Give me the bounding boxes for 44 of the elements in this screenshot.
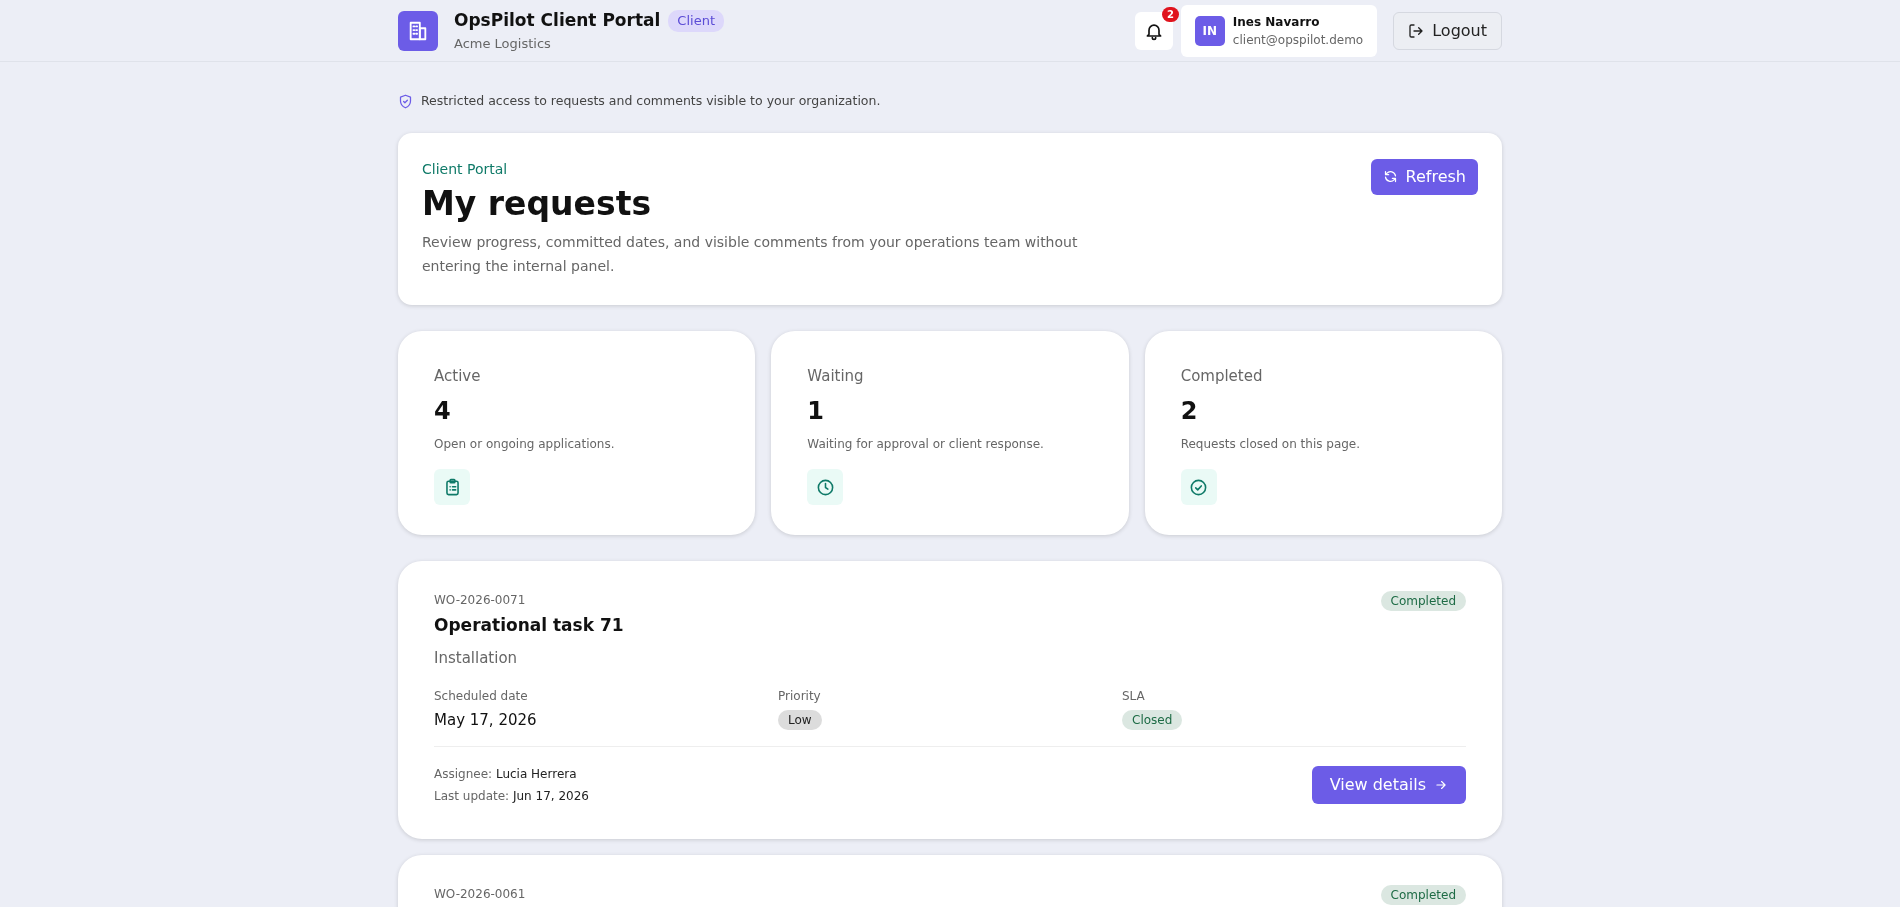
field-badge: Low [778, 710, 822, 731]
request-code: WO-2026-0071 [434, 592, 527, 610]
access-notice: Restricted access to requests and comments visible to your organization. [421, 92, 881, 110]
app-name: OpsPilot Client Portal [454, 9, 661, 32]
stat-value: 1 [807, 396, 826, 428]
page-description: Review progress, committed dates, and visible comments from your operations team without entering the internal panel. [422, 233, 1079, 277]
status-badge: Completed [1380, 591, 1466, 612]
last-update-text: Last update: Jun 17, 2026 [434, 787, 589, 805]
field-label: SLA [1122, 688, 1146, 706]
eyebrow-label: Client Portal [422, 159, 509, 179]
notifications-button[interactable] [1134, 11, 1173, 50]
stat-caption: Open or ongoing applications. [434, 436, 616, 454]
stat-value: 4 [434, 396, 452, 428]
field-value: May 17, 2026 [434, 710, 538, 732]
assignee-text: Assignee: Lucia Herrera [434, 765, 578, 783]
page-title: My requests [422, 183, 653, 224]
field-badge: Closed [1122, 710, 1183, 731]
organization-name: Acme Logistics [454, 34, 552, 53]
stat-label: Waiting [807, 365, 865, 387]
refresh-icon [1382, 169, 1398, 185]
stat-caption: Requests closed on this page. [1180, 436, 1362, 454]
notification-count: 2 [1161, 6, 1179, 22]
stat-label: Completed [1180, 365, 1264, 387]
role-badge: Client [668, 10, 724, 32]
stat-value: 2 [1180, 396, 1199, 428]
building-icon [407, 19, 429, 42]
refresh-button[interactable]: Refresh [1370, 158, 1478, 195]
field-label: Priority [778, 688, 822, 706]
check-circle-icon [1189, 477, 1209, 497]
stat-label: Active [434, 365, 482, 387]
view-details-button[interactable]: View details [1311, 765, 1466, 804]
logout-button[interactable]: Logout [1393, 11, 1502, 50]
logout-icon [1408, 22, 1425, 39]
user-name: Ines Navarro [1232, 13, 1321, 31]
request-code: WO-2026-0061 [434, 885, 526, 903]
request-category: Installation [434, 647, 519, 669]
status-badge: Completed [1380, 884, 1466, 905]
request-title: Operational task 71 [434, 614, 624, 638]
field-label: Scheduled date [434, 688, 529, 706]
shield-icon [398, 93, 413, 109]
user-email: client@opspilot.demo [1232, 31, 1364, 49]
user-avatar: IN [1194, 15, 1225, 46]
clock-icon [815, 477, 835, 497]
stat-caption: Waiting for approval or client response. [807, 436, 1045, 454]
